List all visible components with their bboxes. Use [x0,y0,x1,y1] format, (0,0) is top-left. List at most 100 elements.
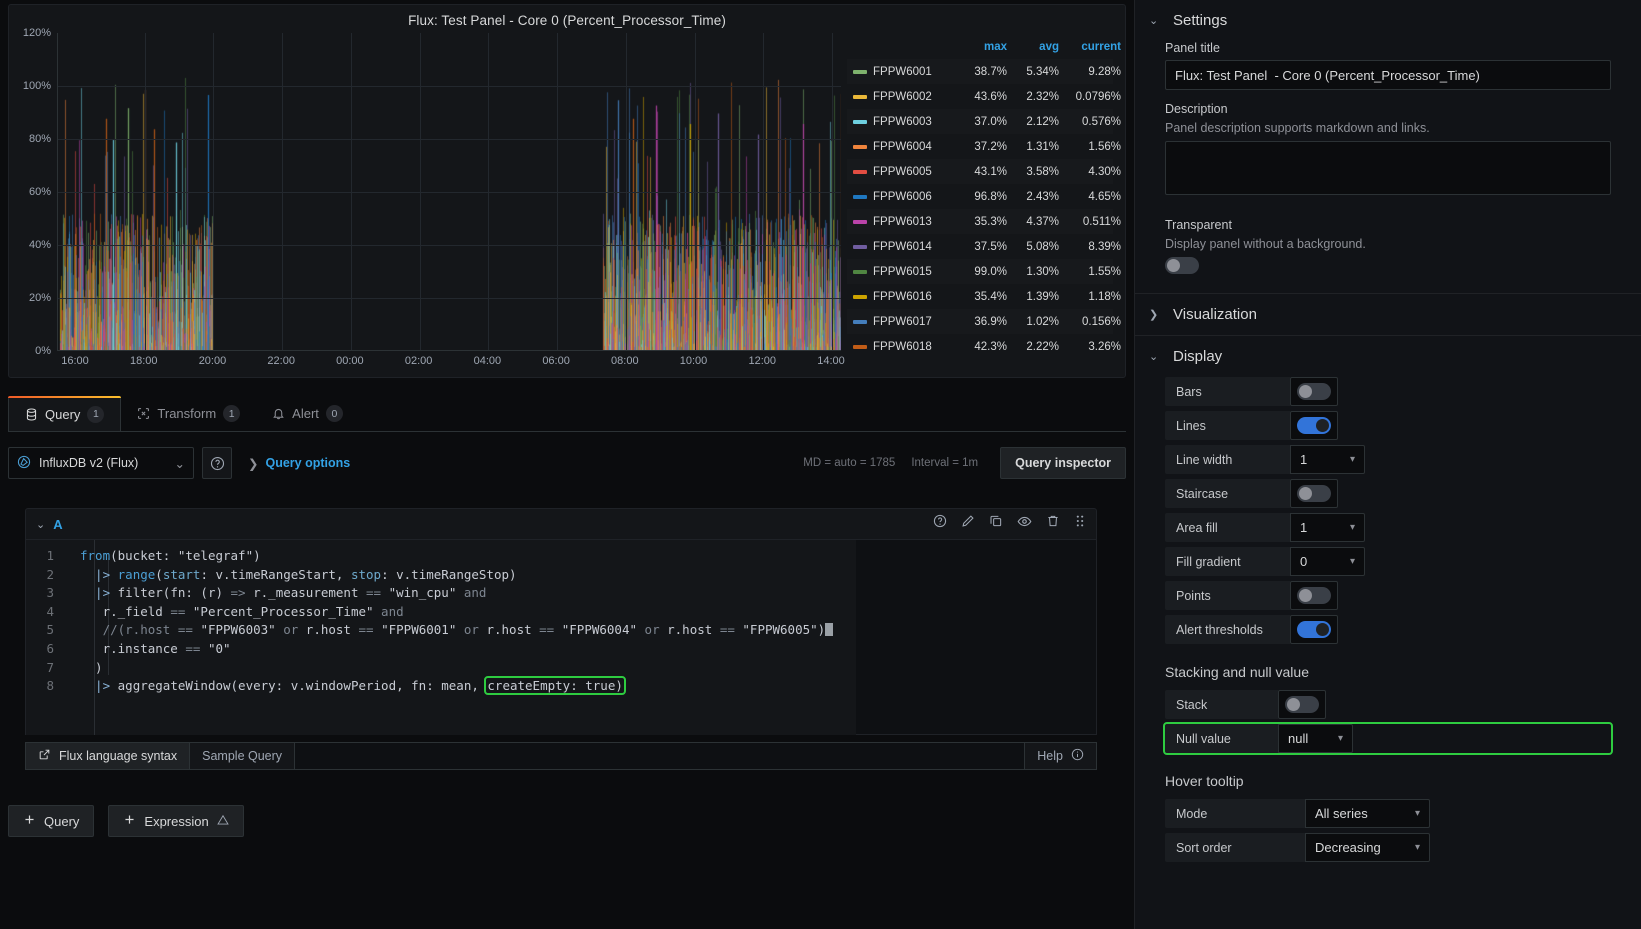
series-color-swatch[interactable] [853,119,867,124]
plot-region[interactable] [57,33,841,351]
legend-series-name[interactable]: FPPW6005 [873,166,961,178]
help-button[interactable]: Help [1024,742,1097,770]
code-line[interactable]: 8 |> aggregateWindow(every: v.windowPeri… [26,676,856,696]
toggle-cell[interactable] [1290,581,1338,610]
legend-series-name[interactable]: FPPW6018 [873,341,961,353]
legend-series-name[interactable]: FPPW6015 [873,266,961,278]
query-inspector-button[interactable]: Query inspector [1000,447,1126,479]
edit-pencil-icon[interactable] [961,514,975,534]
add-query-button[interactable]: Query [8,805,95,837]
legend-header-current[interactable]: current [1065,41,1127,53]
section-visualization-header[interactable]: ❯ Visualization [1135,294,1641,335]
toggle-cell[interactable] [1290,615,1338,644]
code-line[interactable]: 3 |> filter(fn: (r) => r._measurement ==… [26,584,856,603]
series-color-swatch[interactable] [853,344,867,349]
description-input[interactable] [1165,141,1611,195]
legend-row[interactable]: FPPW6004 37.2% 1.31% 1.56% [847,134,1121,159]
toggle-cell[interactable] [1290,411,1338,440]
series-color-swatch[interactable] [853,219,867,224]
datasource-picker[interactable]: InfluxDB v2 (Flux) ⌄ [8,447,194,479]
code-text[interactable]: ) [66,659,103,678]
option-toggle[interactable] [1297,485,1331,502]
tab-transform[interactable]: Transform 1 [121,396,256,431]
legend-series-name[interactable]: FPPW6014 [873,241,961,253]
code-text[interactable]: |> aggregateWindow(every: v.windowPeriod… [66,676,626,696]
legend-row[interactable]: FPPW6005 43.1% 3.58% 4.30% [847,159,1121,184]
tab-alert[interactable]: Alert 0 [256,396,359,431]
code-text[interactable]: |> range(start: v.timeRangeStart, stop: … [66,566,517,585]
datasource-help-button[interactable] [202,447,232,479]
legend-row[interactable]: FPPW6001 38.7% 5.34% 9.28% [847,59,1121,84]
chevron-down-icon[interactable]: ⌄ [36,518,45,531]
help-icon[interactable] [933,514,947,534]
toggle-cell[interactable] [1290,377,1338,406]
flux-syntax-link[interactable]: Flux language syntax [25,742,191,770]
series-color-swatch[interactable] [853,144,867,149]
series-color-swatch[interactable] [853,69,867,74]
legend-series-name[interactable]: FPPW6004 [873,141,961,153]
option-select[interactable]: 1 ▾ [1290,513,1365,542]
transparent-toggle[interactable] [1165,257,1199,274]
legend-row[interactable]: FPPW6018 42.3% 2.22% 3.26% [847,334,1121,359]
code-line[interactable]: 2 |> range(start: v.timeRangeStart, stop… [26,566,856,585]
legend-row[interactable]: FPPW6002 43.6% 2.32% 0.0796% [847,84,1121,109]
legend-series-name[interactable]: FPPW6006 [873,191,961,203]
panel-title-input[interactable] [1165,60,1611,90]
legend-series-name[interactable]: FPPW6001 [873,66,961,78]
tab-query[interactable]: Query 1 [8,396,122,431]
code-line[interactable]: 6 r.instance == "0" [26,640,856,659]
code-line[interactable]: 4 r._field == "Percent_Processor_Time" a… [26,603,856,622]
legend-series-name[interactable]: FPPW6003 [873,116,961,128]
series-color-swatch[interactable] [853,319,867,324]
series-color-swatch[interactable] [853,194,867,199]
legend-row[interactable]: FPPW6016 35.4% 1.39% 1.18% [847,284,1121,309]
option-toggle[interactable] [1297,417,1331,434]
option-toggle[interactable] [1297,587,1331,604]
legend-series-name[interactable]: FPPW6017 [873,316,961,328]
option-select[interactable]: 1 ▾ [1290,445,1365,474]
legend-row[interactable]: FPPW6013 35.3% 4.37% 0.511% [847,209,1121,234]
sample-query-button[interactable]: Sample Query [190,742,296,770]
panel-options-sidebar[interactable]: ⌄ Settings Panel title Description Panel… [1134,0,1641,929]
legend-row[interactable]: FPPW6015 99.0% 1.30% 1.55% [847,259,1121,284]
legend-header-avg[interactable]: avg [1013,41,1065,53]
toggle-cell[interactable] [1290,479,1338,508]
code-text[interactable]: from(bucket: "telegraf") [66,547,261,566]
highlighted-code-fragment[interactable]: createEmpty: true) [484,676,626,696]
drag-handle-icon[interactable] [1074,514,1086,534]
duplicate-icon[interactable] [989,514,1003,534]
option-toggle[interactable] [1297,383,1331,400]
query-options-toggle[interactable]: ❯ Query options [248,456,350,471]
code-text[interactable]: r._field == "Percent_Processor_Time" and [66,603,404,622]
series-color-swatch[interactable] [853,169,867,174]
legend-row[interactable]: FPPW6006 96.8% 2.43% 4.65% [847,184,1121,209]
legend-series-name[interactable]: FPPW6002 [873,91,961,103]
section-display-header[interactable]: ⌄ Display [1135,336,1641,377]
legend-row[interactable]: FPPW6014 37.5% 5.08% 8.39% [847,234,1121,259]
hide-eye-icon[interactable] [1017,514,1032,534]
code-text[interactable]: r.instance == "0" [66,640,231,659]
flux-code-editor[interactable]: 1 from(bucket: "telegraf") 2 |> range(star… [25,540,1097,735]
code-lines[interactable]: 1 from(bucket: "telegraf") 2 |> range(star… [26,540,856,735]
query-ref-id[interactable]: A [53,517,62,532]
option-toggle[interactable] [1297,621,1331,638]
legend-header-max[interactable]: max [961,41,1013,53]
option-select[interactable]: 0 ▾ [1290,547,1365,576]
code-line[interactable]: 5 //(r.host == "FPPW6003" or r.host == "… [26,621,856,640]
code-text[interactable]: //(r.host == "FPPW6003" or r.host == "FP… [66,621,834,640]
delete-trash-icon[interactable] [1046,514,1060,534]
graph-area[interactable]: 120% 100% 80% 60% 40% 20% 0% 16:00 18:00 20:00 22… [9,27,847,379]
series-color-swatch[interactable] [853,244,867,249]
toggle-cell[interactable] [1278,690,1326,719]
legend-row[interactable]: FPPW6003 37.0% 2.12% 0.576% [847,109,1121,134]
option-select[interactable]: null ▾ [1278,724,1353,753]
option-toggle[interactable] [1285,696,1319,713]
legend-series-name[interactable]: FPPW6013 [873,216,961,228]
option-select[interactable]: Decreasing ▾ [1305,833,1430,862]
series-color-swatch[interactable] [853,294,867,299]
code-text[interactable]: |> filter(fn: (r) => r._measurement == "… [66,584,486,603]
legend-row[interactable]: FPPW6017 36.9% 1.02% 0.156% [847,309,1121,334]
option-select[interactable]: All series ▾ [1305,799,1430,828]
legend-series-name[interactable]: FPPW6016 [873,291,961,303]
section-settings-header[interactable]: ⌄ Settings [1135,0,1641,41]
